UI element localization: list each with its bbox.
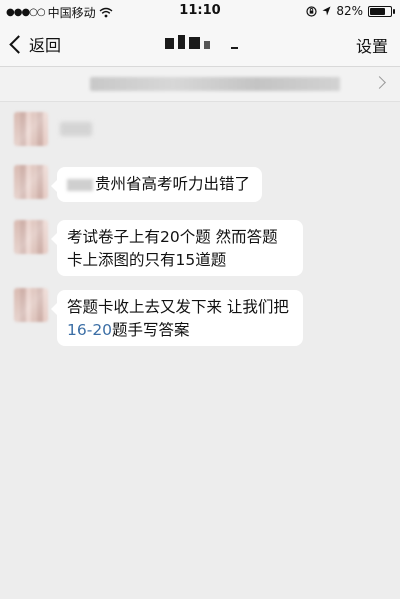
message-bubble[interactable]: 贵州省高考听力出错了 — [51, 167, 262, 202]
message-text: 考试卷子上有20个题 然而答题卡上添图的只有15道题 — [67, 228, 278, 269]
message-bubble[interactable]: 考试卷子上有20个题 然而答题卡上添图的只有15道题 — [51, 220, 303, 276]
location-arrow-icon — [322, 6, 331, 16]
message-text-line2: 题手写答案 — [112, 321, 190, 339]
message-text-line1: 答题卡收上去又发下来 让我们把 — [67, 298, 289, 316]
chat-title-pixelated — [165, 35, 245, 53]
battery-level-fill — [370, 7, 385, 15]
number-link[interactable]: 16-20 — [67, 321, 112, 339]
group-notice-banner[interactable] — [0, 67, 400, 102]
battery-percent: 82% — [336, 4, 363, 18]
redacted-text — [67, 178, 93, 191]
settings-button[interactable]: 设置 — [356, 33, 388, 57]
battery-icon — [368, 5, 395, 17]
avatar[interactable] — [14, 288, 48, 322]
status-bar: ●●●○○ 中国移动 11:10 82% — [0, 0, 400, 22]
chevron-right-icon — [373, 76, 386, 89]
message-text: 贵州省高考听力出错了 — [95, 175, 251, 193]
avatar[interactable] — [14, 112, 48, 146]
back-label: 返回 — [29, 36, 62, 55]
chevron-left-icon — [9, 34, 28, 54]
avatar[interactable] — [14, 220, 48, 254]
avatar[interactable] — [14, 165, 48, 199]
banner-text-blurred — [90, 77, 340, 91]
rotation-lock-icon — [306, 5, 317, 17]
nav-bar: 返回 设置 — [0, 22, 400, 67]
status-right: 82% — [306, 4, 395, 18]
message-bubble[interactable]: 答题卡收上去又发下来 让我们把 16-20题手写答案 — [51, 290, 303, 346]
back-button[interactable]: 返回 — [8, 32, 61, 56]
message-blurred — [60, 122, 92, 136]
